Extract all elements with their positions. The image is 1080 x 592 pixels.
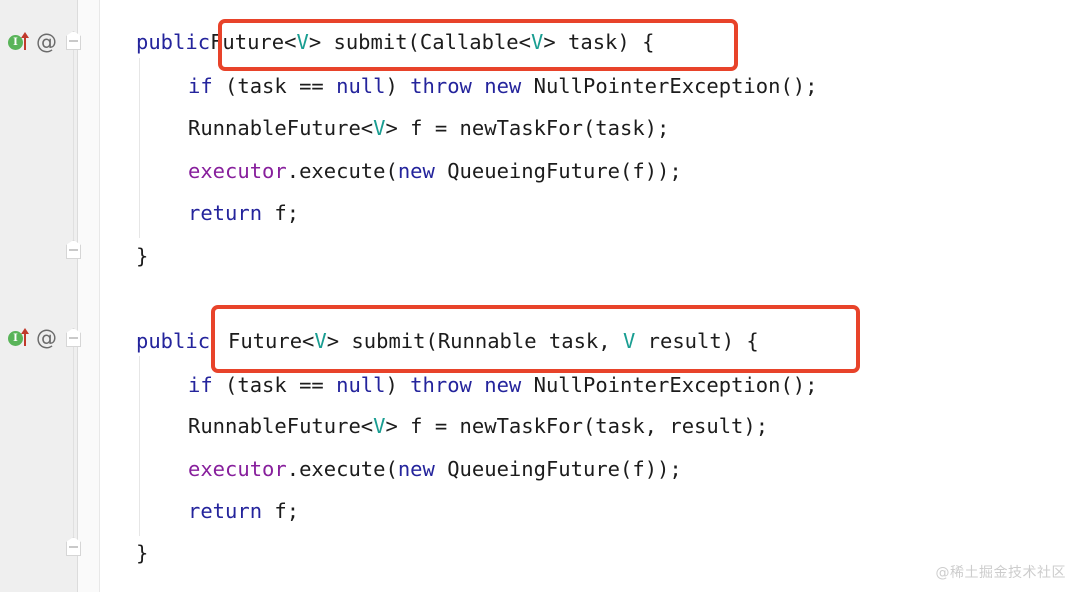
code-editor: I @ I @ publicFuture<V> submit(Callable<… xyxy=(0,0,1080,592)
code-token: new xyxy=(484,373,522,397)
code-token: result) { xyxy=(635,329,759,353)
code-token: f; xyxy=(262,499,300,523)
signature-one-body: Future<V> submit(Callable<V> task) { xyxy=(210,30,654,54)
code-token: > task) { xyxy=(543,30,655,54)
keyword-public: public xyxy=(136,30,211,54)
code-token: RunnableFuture< xyxy=(188,414,374,438)
code-line-newtaskfor-two[interactable]: RunnableFuture<V> f = newTaskFor(task, r… xyxy=(188,413,768,439)
code-token: V xyxy=(530,30,544,54)
code-line-closing-brace-two[interactable]: } xyxy=(136,540,148,566)
code-token: executor xyxy=(188,159,287,183)
code-token: new xyxy=(484,74,522,98)
watermark: @稀土掘金技术社区 xyxy=(935,565,1066,581)
code-token: > submit(Runnable task, xyxy=(326,329,623,353)
code-token: Future< xyxy=(210,30,297,54)
signature-two-body[interactable]: Future<V> submit(Runnable task, V result… xyxy=(228,328,759,354)
code-line-execute-two[interactable]: executor.execute(new QueueingFuture(f)); xyxy=(188,456,682,482)
code-content[interactable]: publicFuture<V> submit(Callable<V> task)… xyxy=(0,0,1080,592)
code-token: V xyxy=(296,30,309,54)
code-line-return-one[interactable]: return f; xyxy=(188,200,299,226)
code-token: V xyxy=(373,414,386,438)
code-line-newtaskfor-one[interactable]: RunnableFuture<V> f = newTaskFor(task); xyxy=(188,115,669,141)
code-token: return xyxy=(188,201,263,225)
code-token: throw xyxy=(410,373,472,397)
code-token: return xyxy=(188,499,263,523)
code-token: V xyxy=(314,329,327,353)
code-token: new xyxy=(397,457,435,481)
code-line-return-two[interactable]: return f; xyxy=(188,498,299,524)
code-token: executor xyxy=(188,457,287,481)
code-token: NullPointerException(); xyxy=(521,373,818,397)
code-token: QueueingFuture(f)); xyxy=(434,457,682,481)
code-token: NullPointerException(); xyxy=(521,74,818,98)
code-token: .execute( xyxy=(286,159,398,183)
keyword-public: public xyxy=(136,329,211,353)
code-token: null xyxy=(336,373,386,397)
code-token: > submit(Callable< xyxy=(308,30,531,54)
code-line-signature-two[interactable]: public xyxy=(136,328,210,354)
code-line-npe-check-one[interactable]: if (task == null) throw new NullPointerE… xyxy=(188,73,817,99)
code-line-npe-check-two[interactable]: if (task == null) throw new NullPointerE… xyxy=(188,372,817,398)
code-token: f; xyxy=(262,201,300,225)
code-token: .execute( xyxy=(286,457,398,481)
code-token: V xyxy=(622,329,636,353)
code-token: > f = newTaskFor(task, result); xyxy=(385,414,769,438)
code-token: Future< xyxy=(228,329,315,353)
code-token: (task == xyxy=(212,373,337,397)
code-token: (task == xyxy=(212,74,337,98)
code-token: null xyxy=(336,74,386,98)
code-token: new xyxy=(397,159,435,183)
code-token: throw xyxy=(410,74,472,98)
code-token: if xyxy=(188,373,213,397)
code-line-execute-one[interactable]: executor.execute(new QueueingFuture(f)); xyxy=(188,158,682,184)
code-token: RunnableFuture< xyxy=(188,116,374,140)
code-token: ) xyxy=(385,373,411,397)
code-token: > f = newTaskFor(task); xyxy=(385,116,670,140)
code-line-closing-brace-one[interactable]: } xyxy=(136,243,148,269)
code-token: ) xyxy=(385,74,411,98)
code-line-signature-one[interactable]: publicFuture<V> submit(Callable<V> task)… xyxy=(136,29,654,55)
code-token: if xyxy=(188,74,213,98)
code-token: V xyxy=(373,116,386,140)
code-token: QueueingFuture(f)); xyxy=(434,159,682,183)
